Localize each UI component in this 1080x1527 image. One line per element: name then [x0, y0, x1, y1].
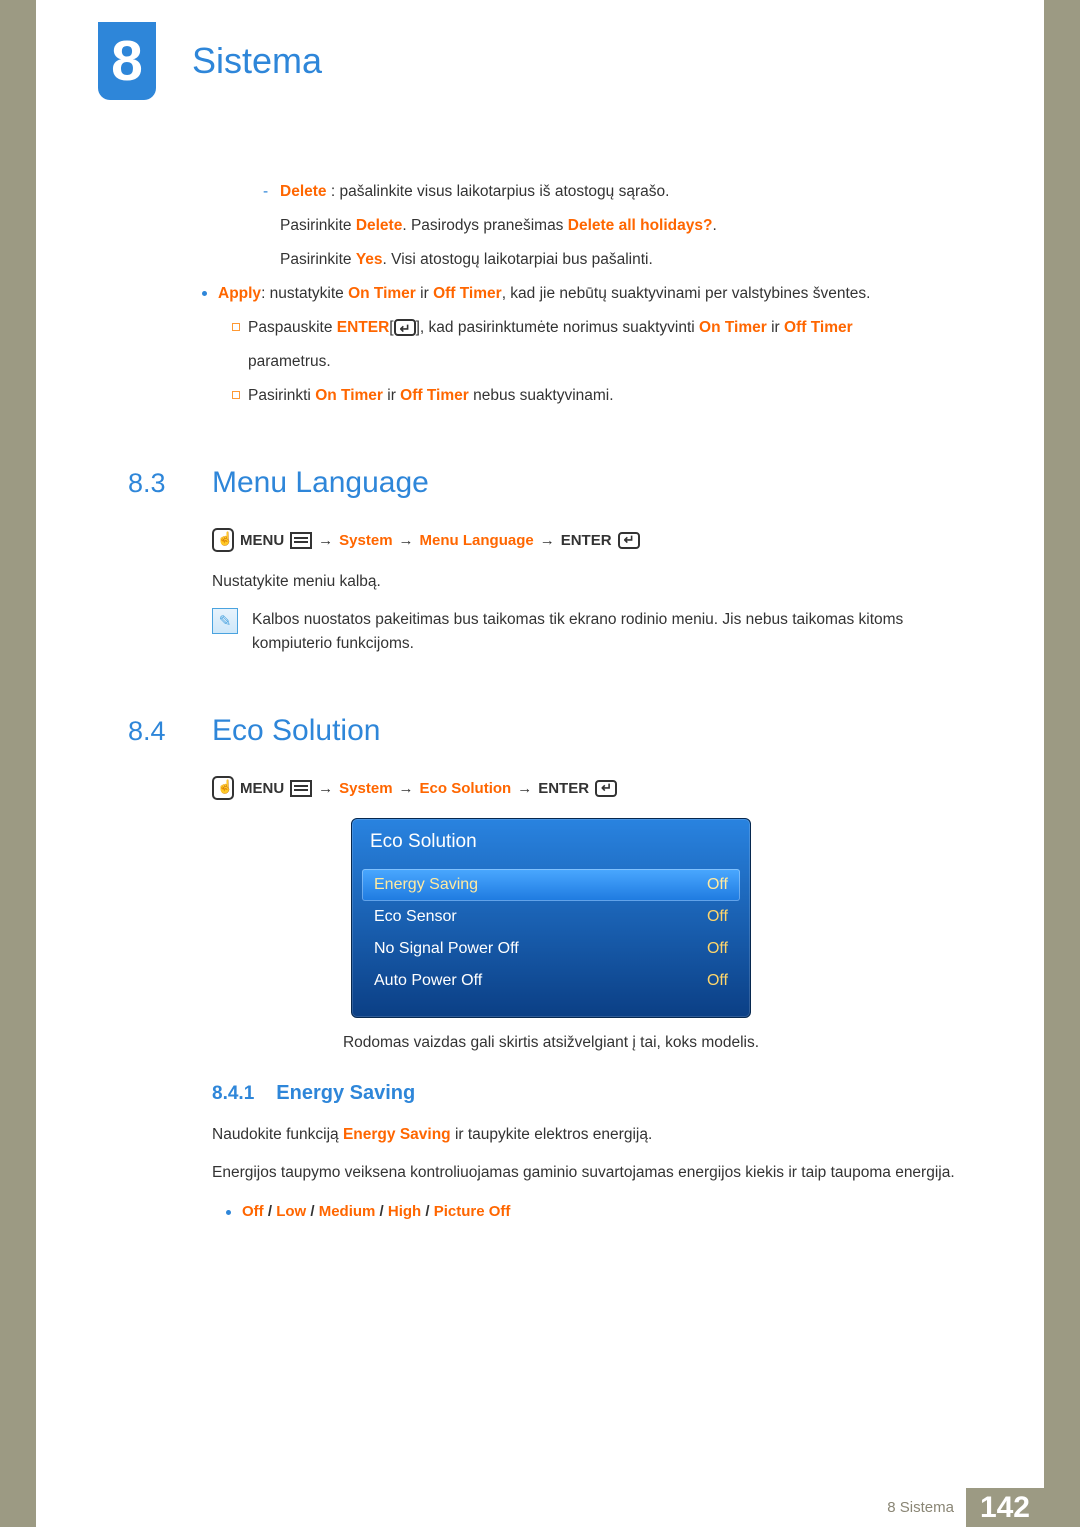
osd-row-label: No Signal Power Off	[374, 940, 519, 958]
osd-row-label: Energy Saving	[374, 876, 478, 894]
note-83: ✎ Kalbos nuostatos pakeitimas bus taikom…	[128, 608, 974, 656]
osd-row-eco-sensor[interactable]: Eco Sensor Off	[362, 901, 740, 933]
osd-body: Energy Saving Off Eco Sensor Off No Sign…	[352, 863, 750, 1017]
nav-path-83: MENU → System → Menu Language → ENTER	[128, 528, 974, 552]
delete-desc: : pašalinkite visus laikotarpius iš atos…	[327, 183, 670, 200]
chapter-title: Sistema	[192, 40, 322, 82]
osd-menu: Eco Solution Energy Saving Off Eco Senso…	[351, 818, 751, 1018]
sq-item-1: Paspauskite ENTER[], kad pasirinktumėte …	[128, 316, 974, 340]
section-title: Menu Language	[212, 466, 429, 500]
hand-icon	[212, 776, 234, 800]
page-footer: 8 Sistema 142	[875, 1488, 1044, 1527]
osd-row-value: Off	[707, 876, 728, 894]
osd-row-no-signal[interactable]: No Signal Power Off Off	[362, 933, 740, 965]
apply-item: Apply: nustatykite On Timer ir Off Timer…	[128, 282, 974, 306]
body-83-1: Nustatykite meniu kalbą.	[128, 570, 974, 594]
enter-icon	[595, 780, 617, 797]
chapter-header: 8 Sistema	[36, 0, 1044, 100]
footer-page-number: 142	[966, 1488, 1044, 1527]
osd-caption: Rodomas vaizdas gali skirtis atsižvelgia…	[128, 1034, 974, 1052]
nav-path-84: MENU → System → Eco Solution → ENTER	[128, 776, 974, 800]
section-title: Eco Solution	[212, 714, 380, 748]
chapter-number-badge: 8	[98, 22, 156, 100]
subsection-number: 8.4.1	[212, 1083, 254, 1105]
delete-label: Delete	[280, 183, 327, 200]
hand-icon	[212, 528, 234, 552]
osd-row-label: Eco Sensor	[374, 908, 457, 926]
section-number: 8.3	[128, 468, 212, 499]
body-841-1: Naudokite funkciją Energy Saving ir taup…	[128, 1123, 974, 1147]
section-number: 8.4	[128, 716, 212, 747]
menu-icon	[290, 780, 312, 797]
enter-icon	[394, 319, 416, 336]
subsection-8-4-1: 8.4.1 Energy Saving	[128, 1082, 974, 1105]
osd-row-value: Off	[707, 940, 728, 958]
menu-icon	[290, 532, 312, 549]
subsection-title: Energy Saving	[276, 1082, 415, 1105]
sq-item-1b: parametrus.	[128, 350, 974, 374]
page-content: Delete : pašalinkite visus laikotarpius …	[36, 100, 1044, 1220]
note-text: Kalbos nuostatos pakeitimas bus taikomas…	[252, 608, 974, 656]
osd-row-auto-power-off[interactable]: Auto Power Off Off	[362, 965, 740, 997]
osd-row-value: Off	[707, 972, 728, 990]
delete-line3: Pasirinkite Yes. Visi atostogų laikotarp…	[128, 248, 974, 272]
sq-item-2: Pasirinkti On Timer ir Off Timer nebus s…	[128, 384, 974, 408]
delete-line2: Pasirinkite Delete. Pasirodys pranešimas…	[128, 214, 974, 238]
osd-row-value: Off	[707, 908, 728, 926]
footer-chapter-label: 8 Sistema	[875, 1488, 966, 1527]
note-icon: ✎	[212, 608, 238, 634]
document-page: 8 Sistema Delete : pašalinkite visus lai…	[36, 0, 1044, 1527]
osd-row-label: Auto Power Off	[374, 972, 482, 990]
section-8-3: 8.3 Menu Language	[128, 466, 974, 500]
enter-icon	[618, 532, 640, 549]
osd-header: Eco Solution	[352, 819, 750, 863]
options-line: Off / Low / Medium / High / Picture Off	[128, 1203, 974, 1220]
section-8-4: 8.4 Eco Solution	[128, 714, 974, 748]
osd-row-energy-saving[interactable]: Energy Saving Off	[362, 869, 740, 901]
body-841-2: Energijos taupymo veiksena kontroliuojam…	[128, 1161, 974, 1185]
delete-item: Delete : pašalinkite visus laikotarpius …	[128, 180, 974, 204]
